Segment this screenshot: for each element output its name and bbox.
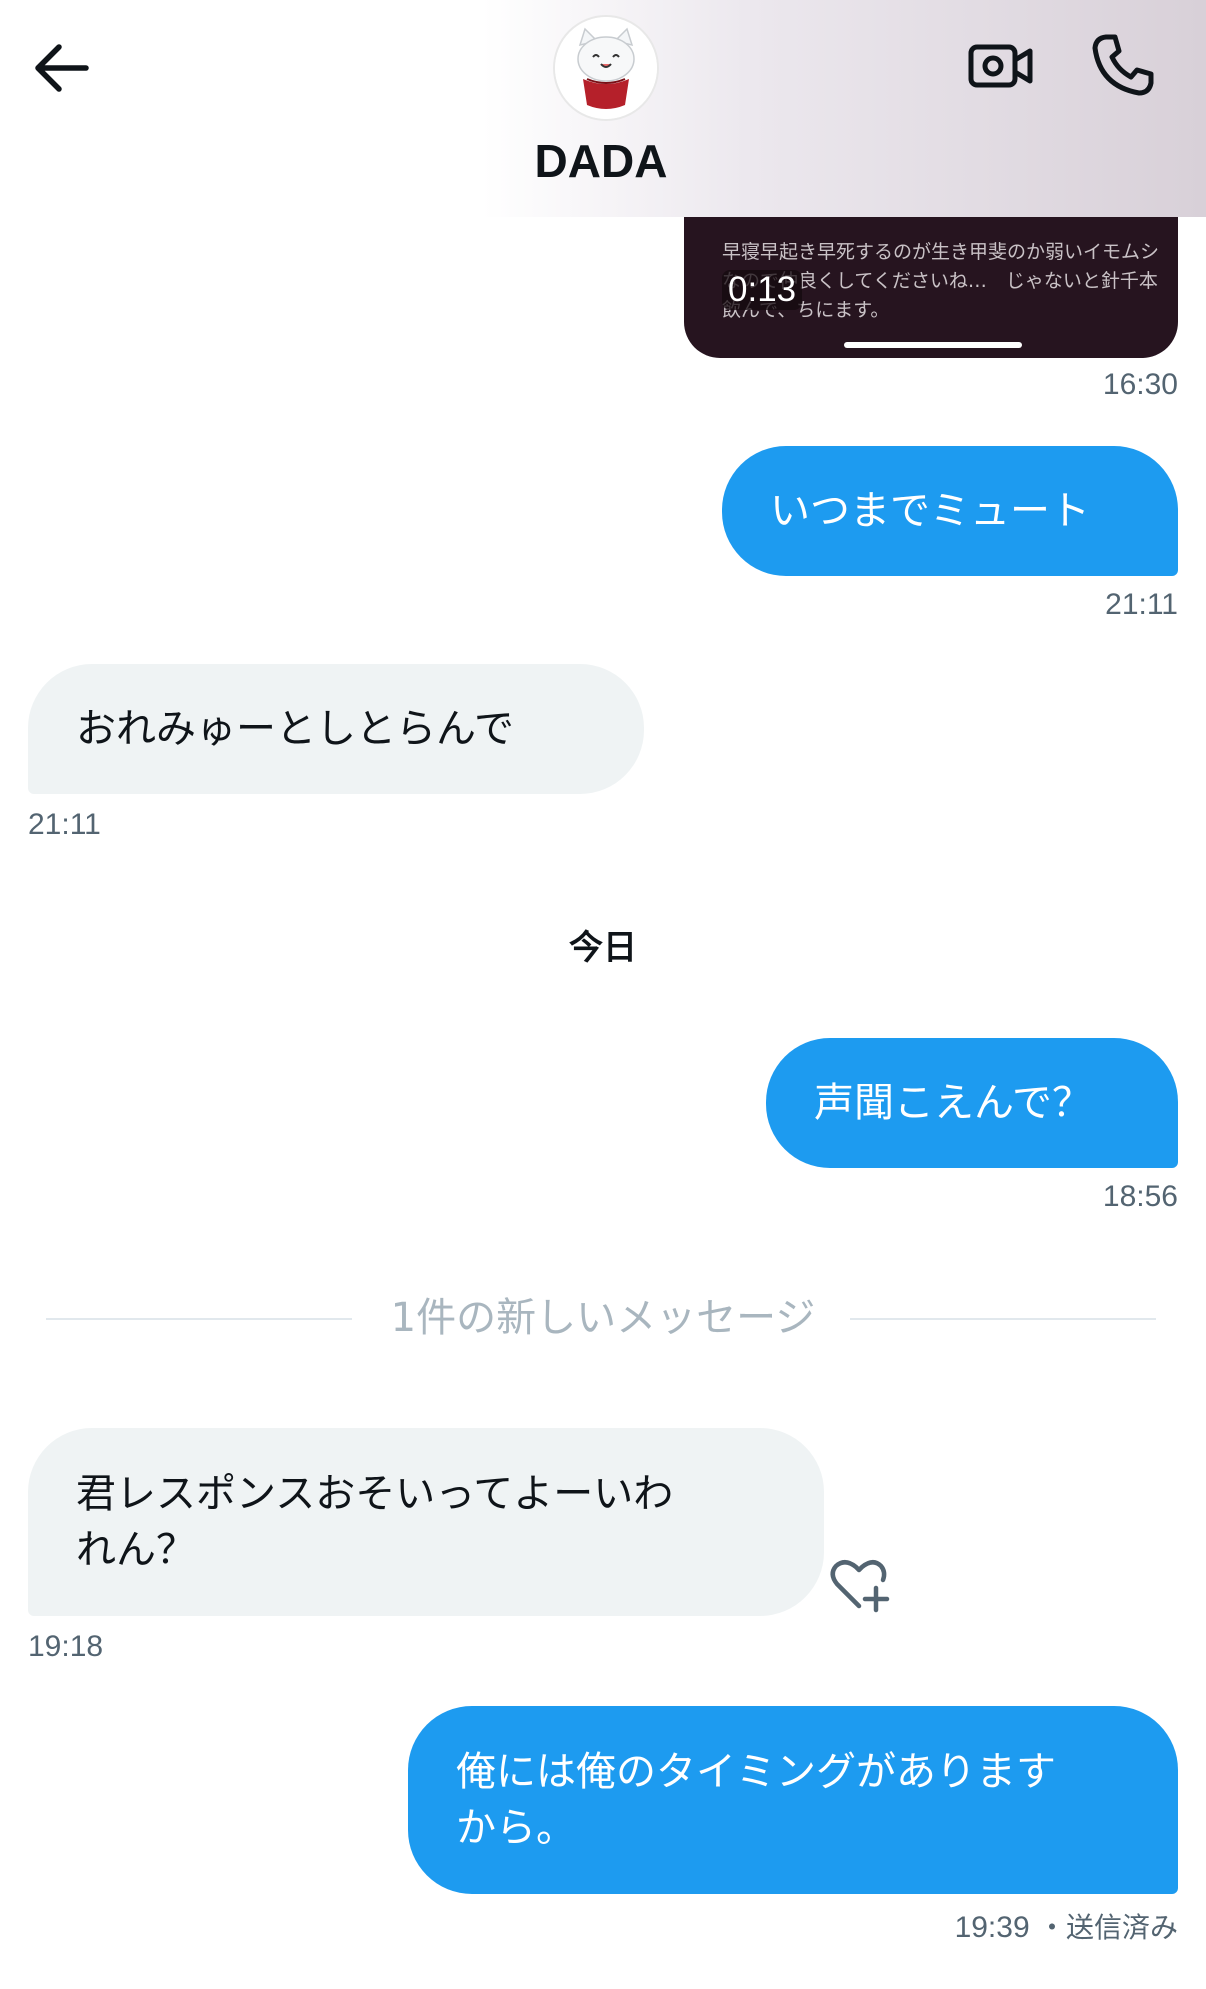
phone-icon xyxy=(1092,34,1154,96)
message-timestamp: 18:56 xyxy=(1102,1180,1178,1213)
heart-plus-icon xyxy=(830,1560,890,1613)
arrow-left-icon xyxy=(35,44,89,92)
message-text-line: 俺には俺のタイミングがあります xyxy=(456,1749,1056,1795)
message-meta: 19:39 ・送信済み xyxy=(955,1906,1178,1946)
back-button[interactable] xyxy=(28,38,98,98)
conversation-header: DADA xyxy=(0,0,1206,217)
message-text-line: 君レスポンスおそいってよーいわ xyxy=(76,1471,674,1517)
avatar[interactable] xyxy=(553,15,659,121)
video-call-button[interactable] xyxy=(966,30,1036,100)
contact-name[interactable]: DADA xyxy=(0,134,1206,188)
add-reaction-button[interactable] xyxy=(826,1552,892,1618)
video-home-indicator xyxy=(844,342,1022,348)
voice-call-button[interactable] xyxy=(1088,30,1158,100)
message-text-line: から。 xyxy=(456,1805,576,1851)
video-duration: 0:13 xyxy=(722,270,803,310)
message-timestamp: 21:11 xyxy=(1105,588,1178,621)
message-text-line: れん？ xyxy=(76,1527,196,1573)
outgoing-message-bubble[interactable]: 声聞こえんで？ xyxy=(766,1038,1178,1168)
divider-line-right xyxy=(850,1318,1156,1320)
message-text: おれみゅーとしとらんで xyxy=(76,706,514,752)
new-messages-divider: 1件の新しいメッセージ xyxy=(390,1295,816,1341)
outgoing-message-bubble[interactable]: いつまでミュート xyxy=(722,446,1178,576)
message-text: いつまでミュート xyxy=(770,488,1090,534)
day-separator: 今日 xyxy=(569,928,637,968)
cat-avatar-icon xyxy=(555,17,657,119)
message-timestamp: 19:39 xyxy=(954,1911,1030,1944)
delivery-status: ・送信済み xyxy=(1037,1911,1178,1944)
message-timestamp: 21:11 xyxy=(28,808,101,841)
video-camera-icon xyxy=(968,44,1033,88)
incoming-message-bubble[interactable]: おれみゅーとしとらんで xyxy=(28,664,644,794)
message-timestamp: 19:18 xyxy=(28,1630,104,1663)
outgoing-message-bubble[interactable]: 俺には俺のタイミングがあります から。 xyxy=(408,1706,1178,1894)
message-timestamp: 16:30 xyxy=(1102,368,1178,401)
message-text: 声聞こえんで？ xyxy=(814,1080,1092,1126)
incoming-message-bubble[interactable]: 君レスポンスおそいってよーいわ れん？ xyxy=(28,1428,824,1616)
